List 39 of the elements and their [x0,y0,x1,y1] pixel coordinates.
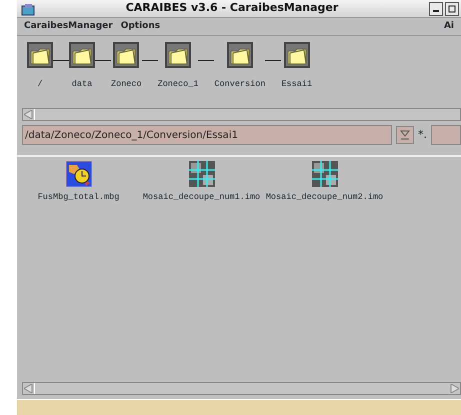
clock-map-icon[interactable] [66,161,92,187]
minimize-icon [433,10,439,12]
file-name: FusMbg_total.mbg [38,191,120,204]
folder-label: Essai1 [281,78,312,91]
folder-button[interactable] [165,42,192,68]
maximize-button[interactable] [445,2,459,16]
folder-button[interactable] [27,42,53,68]
file-name: Mosaic_decoupe_num2.imo [266,191,384,204]
scroll-right-icon[interactable] [448,383,460,394]
folder-button[interactable] [284,42,310,68]
connector-line [198,60,214,61]
connector-line [265,60,282,61]
menu-item[interactable]: Ai [444,20,454,34]
mosaic-grid-icon[interactable] [188,161,214,187]
folder-label: Zoneco_1 [158,78,198,91]
folder-label: / [37,78,43,91]
filter-dropdown-button[interactable] [396,126,414,144]
path-field[interactable]: /data/Zoneco/Zoneco_1/Conversion/Essai1 [22,125,392,145]
mosaic-grid-icon[interactable] [312,161,338,187]
scroll-left-icon[interactable] [23,109,35,120]
file-name: Mosaic_decoupe_num1.imo [142,191,260,204]
connector-line [142,60,158,61]
folder-label: data [72,78,92,91]
folder-button[interactable] [226,42,253,68]
folder-button[interactable] [113,42,140,68]
folder-button[interactable] [69,42,95,68]
menu-item[interactable]: CaraibesManager [24,20,113,34]
filter-field[interactable] [431,125,461,145]
minimize-button[interactable] [429,2,443,16]
filter-label: *. [418,126,427,143]
folder-label: Conversion [214,78,266,91]
connector-line [95,60,111,61]
window-title: CARAIBES v3.6 - CaraibesManager [124,0,340,16]
folder-label: Zoneco [111,78,142,91]
menu-item[interactable]: Options [120,20,160,34]
maximize-icon [448,4,456,12]
funnel-icon [400,130,410,140]
scroll-left-icon[interactable] [23,383,35,394]
connector-line [53,60,69,61]
